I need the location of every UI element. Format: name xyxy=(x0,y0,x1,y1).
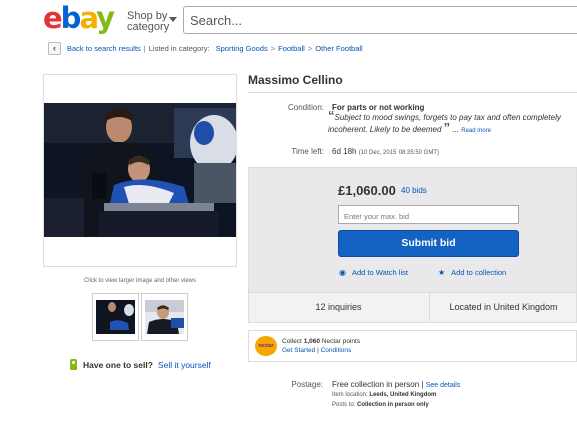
current-price: £1,060.00 xyxy=(338,183,396,198)
item-location-value: Leeds, United Kingdom xyxy=(369,392,437,398)
sell-it-yourself-row: Have one to sell? Sell it yourself xyxy=(70,359,211,370)
postage-value: Free collection in person | See details xyxy=(332,380,460,389)
add-to-collection-link[interactable]: ★ Add to collection xyxy=(438,268,506,277)
posts-to-value: Collection in person only xyxy=(357,402,429,408)
ebay-logo[interactable]: ebay xyxy=(43,4,115,33)
back-to-search-link[interactable]: Back to search results xyxy=(67,44,141,53)
time-left-remaining: 6d 18h xyxy=(332,147,357,156)
get-started-link[interactable]: Get Started xyxy=(282,347,315,354)
star-icon: ★ xyxy=(438,268,446,277)
conditions-link[interactable]: Conditions xyxy=(321,347,352,354)
have-one-to-sell-label: Have one to sell? xyxy=(83,359,153,370)
submit-bid-button[interactable]: Submit bid xyxy=(338,230,519,257)
bid-count-link[interactable]: 40 bids xyxy=(401,186,427,195)
time-left-clock: 08:35:50 GMT) xyxy=(398,150,439,156)
close-quote-icon: ” xyxy=(443,120,451,135)
thumbnail-1-image xyxy=(96,300,135,334)
shop-by-category-button[interactable]: Shop by category xyxy=(127,11,187,33)
max-bid-field[interactable] xyxy=(338,205,519,225)
chevron-left-icon: ‹ xyxy=(53,42,56,53)
nectar-collect-prefix: Collect xyxy=(282,338,302,345)
inquiries-count: 12 inquiries xyxy=(315,302,362,312)
item-location-summary: Located in United Kingdom xyxy=(449,302,558,312)
main-item-photo[interactable] xyxy=(44,103,236,237)
shop-by-category-label: Shop by category xyxy=(127,10,170,33)
listed-in-label: Listed in category: xyxy=(148,43,210,53)
thumbnail-2-image xyxy=(145,300,184,334)
posts-to-label: Posts to: xyxy=(332,402,356,408)
thumbnail-2[interactable] xyxy=(141,293,188,341)
search-box[interactable] xyxy=(183,6,577,34)
price-tag-icon xyxy=(70,359,77,370)
read-more-link[interactable]: Read more xyxy=(461,128,491,134)
photo-illustration xyxy=(44,103,236,237)
postage-label: Postage: xyxy=(291,380,323,389)
nectar-collect-suffix: Nectar points xyxy=(321,338,361,345)
search-input[interactable] xyxy=(184,7,577,34)
item-title: Massimo Cellino xyxy=(248,73,343,87)
breadcrumb-separator: > xyxy=(270,43,276,53)
back-arrow-button[interactable]: ‹ xyxy=(48,41,61,55)
condition-value: For parts or not working xyxy=(332,103,425,112)
divider: | xyxy=(143,43,146,53)
breadcrumb-item-sporting-goods[interactable]: Sporting Goods xyxy=(216,44,268,53)
see-details-link[interactable]: See details xyxy=(426,382,461,389)
chevron-down-icon xyxy=(169,17,177,22)
time-left-date: (10 Dec, 2015 xyxy=(358,150,397,156)
posts-to: Posts to: Collection in person only xyxy=(332,402,429,408)
breadcrumb-item-other-football[interactable]: Other Football xyxy=(315,44,363,53)
breadcrumb: ‹ Back to search results | Listed in cat… xyxy=(48,40,363,56)
breadcrumb-separator: > xyxy=(307,43,313,53)
eye-icon: ◉ xyxy=(339,268,346,277)
add-to-collection-label: Add to collection xyxy=(451,268,507,277)
breadcrumb-item-football[interactable]: Football xyxy=(278,44,305,53)
postage-method: Free collection in person xyxy=(332,380,420,389)
item-location: Item location: Leeds, United Kingdom xyxy=(332,392,436,398)
click-to-view-hint: Click to view larger image and other vie… xyxy=(83,278,197,284)
max-bid-input[interactable] xyxy=(339,208,518,225)
divider xyxy=(248,92,577,93)
sell-it-yourself-link[interactable]: Sell it yourself xyxy=(158,360,211,370)
add-to-watch-list-label: Add to Watch list xyxy=(351,268,408,277)
condition-description: “Subject to mood swings, forgets to pay … xyxy=(328,108,561,135)
condition-label: Condition: xyxy=(287,103,324,112)
nectar-logo: nectar xyxy=(255,336,277,356)
add-to-watch-list-link[interactable]: ◉ Add to Watch list xyxy=(339,268,408,277)
nectar-promo: Collect 1,060 Nectar points Get Started … xyxy=(282,337,360,355)
nectar-points: 1,060 xyxy=(303,338,320,345)
thumbnail-1[interactable] xyxy=(92,293,139,341)
time-left-value: 6d 18h (10 Dec, 2015 08:35:50 GMT) xyxy=(332,147,439,156)
item-location-label: Item location: xyxy=(332,392,368,398)
time-left-label: Time left: xyxy=(291,147,324,156)
